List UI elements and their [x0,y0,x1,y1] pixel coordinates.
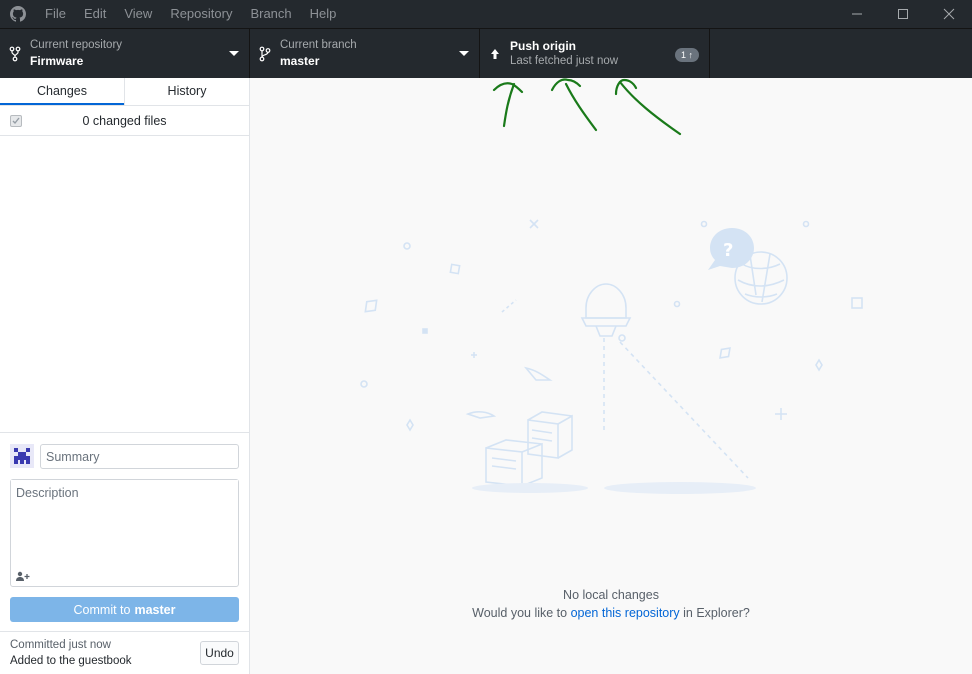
ahead-count-badge: 1 ↑ [674,48,699,62]
repo-caret-down-icon [229,51,239,56]
minimize-icon [852,13,862,15]
summary-input[interactable] [40,444,239,469]
repo-label: Current repository [30,39,123,51]
prompt-before: Would you like to [472,606,571,620]
avatar [10,444,34,468]
toolbar: Current repository Firmware Current bran… [0,28,972,78]
commit-button[interactable]: Commit to master [10,597,239,622]
branch-name: master [280,54,320,68]
maximize-button[interactable] [880,0,926,28]
select-all-checkbox[interactable] [10,115,22,127]
current-repository-button[interactable]: Current repository Firmware [0,29,250,78]
main-panel: ? No local changes Would you like to ope… [250,78,972,674]
branch-label: Current branch [280,39,357,51]
last-commit-time: Committed just now [10,639,111,651]
menu-repository[interactable]: Repository [161,0,241,28]
tab-bar: Changes History [0,78,249,106]
no-changes-title: No local changes [563,588,659,602]
menu-edit[interactable]: Edit [75,0,115,28]
undo-button[interactable]: Undo [200,641,239,665]
commit-button-branch: master [134,602,176,617]
repo-name: Firmware [30,54,84,68]
close-icon [943,8,955,20]
sidebar: Changes History 0 changed files Commit t… [0,78,250,674]
minimize-button[interactable] [834,0,880,28]
no-changes-illustration: ? [360,219,863,494]
github-logo-icon [0,0,36,28]
tab-history[interactable]: History [124,78,249,105]
current-branch-button[interactable]: Current branch master [250,29,480,78]
checkmark-icon [12,117,20,125]
title-bar: File Edit View Repository Branch Help [0,0,972,28]
svg-text:?: ? [723,240,733,261]
arrow-up-icon [480,48,510,60]
last-commit-panel: Committed just now Added to the guestboo… [0,631,249,674]
maximize-icon [898,9,908,19]
menu-view[interactable]: View [115,0,161,28]
push-origin-button[interactable]: Push origin Last fetched just now 1 ↑ [480,29,710,78]
add-coauthor-icon[interactable] [16,571,30,581]
commit-form: Commit to master [0,432,249,631]
window-controls [834,0,972,28]
description-box [10,479,239,587]
menu-file[interactable]: File [36,0,75,28]
open-repository-link[interactable]: open this repository [571,606,680,620]
commit-button-prefix: Commit to [73,602,131,617]
menu-bar: File Edit View Repository Branch Help [36,0,345,28]
menu-help[interactable]: Help [301,0,346,28]
tab-changes[interactable]: Changes [0,78,124,105]
branch-caret-down-icon [459,51,469,56]
close-button[interactable] [926,0,972,28]
menu-branch[interactable]: Branch [241,0,300,28]
open-in-explorer-prompt: Would you like to open this repository i… [250,606,972,620]
repo-icon [0,46,30,62]
description-input[interactable] [11,480,238,560]
prompt-after: in Explorer? [679,606,750,620]
push-title: Push origin [510,39,576,53]
branch-icon [250,46,280,62]
changed-files-count: 0 changed files [82,113,167,128]
push-subtitle: Last fetched just now [510,55,619,67]
last-commit-message: Added to the guestbook [10,655,132,667]
changes-header: 0 changed files [0,106,249,136]
